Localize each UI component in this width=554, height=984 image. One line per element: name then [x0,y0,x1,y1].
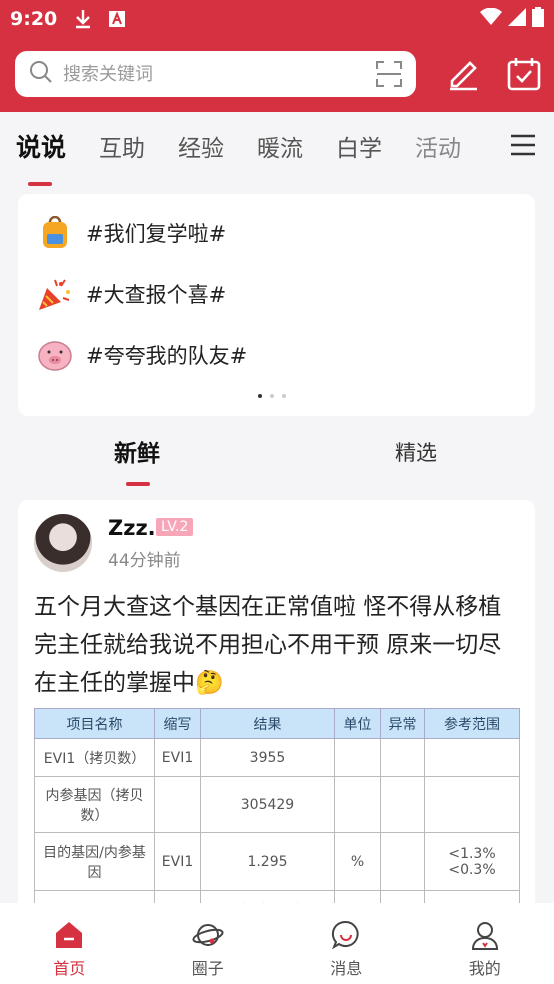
table-cell [154,776,201,833]
scan-icon[interactable] [376,61,402,87]
wifi-icon [480,7,502,31]
signal-icon [508,7,526,31]
post-username[interactable]: Zzz. [108,516,156,540]
nav-label: 消息 [330,959,363,978]
category-tabs: 说说 互助 经验 暖流 白学 活动 [0,112,554,186]
post-time: 44分钟前 [108,551,181,571]
nav-label: 我的 [468,959,501,978]
party-popper-icon [36,275,74,313]
battery-icon [532,6,544,32]
app-header [0,38,554,112]
table-row: 目的基因/内参基因 EVI1 1.295 % <1.3% <0.3% [34,832,520,891]
bottom-nav: 首页 圈子 消息 我的 [0,903,554,984]
table-header: 单位 [334,708,381,739]
download-icon [73,9,93,29]
table-cell: 3955 [200,738,335,777]
search-input[interactable] [63,63,343,85]
topic-carousel: #我们复学啦# #大查报个喜# #夸夸我的队友# [18,194,535,416]
table-cell: <1.3% <0.3% [424,832,520,891]
table-cell: 305429 [200,776,335,833]
tab-nuanliu[interactable]: 暖流 [257,129,303,163]
table-cell: EVI1 [154,738,201,777]
nav-circle[interactable]: 圈子 [139,903,278,984]
table-cell [380,832,425,891]
carousel-dot [258,394,262,398]
topic-label: #夸夸我的队友# [86,344,248,368]
table-row: EVI1（拷贝数） EVI1 3955 [34,738,520,777]
edit-post-button[interactable] [444,55,482,93]
topic-item[interactable]: #夸夸我的队友# [36,336,247,374]
table-cell [424,738,520,777]
table-header: 缩写 [154,708,201,739]
status-time: 9:20 [10,8,58,30]
search-icon [29,60,53,88]
feed-tab-featured[interactable]: 精选 [395,437,437,467]
calendar-checkin-button[interactable] [505,55,543,93]
nav-label: 圈子 [191,959,224,978]
nav-home[interactable]: 首页 [0,903,139,984]
feed-tab-new[interactable]: 新鲜 [114,434,160,486]
post-text: 五个月大查这个基因在正常值啦 怪不得从移植完主任就给我说不用担心不用干预 原来一… [34,594,502,696]
topic-label: #大查报个喜# [86,283,227,307]
table-cell [380,738,425,777]
carousel-dot [270,394,274,398]
user-icon [471,922,498,950]
feed-tabs: 新鲜 精选 [0,418,554,492]
table-cell [334,776,381,833]
carousel-dot [282,394,286,398]
tab-baixue[interactable]: 白学 [336,129,382,163]
status-bar: 9:20 [0,0,554,38]
table-header: 参考范围 [424,708,520,739]
carousel-indicator [258,394,286,398]
search-bar[interactable] [15,51,416,97]
pig-icon [36,336,74,374]
tab-huzhu[interactable]: 互助 [99,129,145,163]
nav-profile[interactable]: 我的 [416,903,554,984]
table-row: 内参基因（拷贝数） 305429 [34,776,520,833]
nav-label: 首页 [53,959,86,978]
topic-item[interactable]: #我们复学啦# [36,214,226,252]
home-icon [56,922,83,948]
planet-icon [192,924,224,946]
lab-report-image[interactable]: 项目名称 缩写 结果 单位 异常 参考范围 EVI1（拷贝数） EVI1 395… [34,708,520,920]
app-notification-icon [107,9,127,29]
table-cell [334,738,381,777]
tab-jingyan[interactable]: 经验 [178,129,224,163]
nav-messages[interactable]: 消息 [277,903,416,984]
avatar[interactable] [34,514,92,572]
topic-item[interactable]: #大查报个喜# [36,275,226,313]
table-header: 异常 [380,708,425,739]
table-cell: % [334,832,381,891]
table-cell: EVI1（拷贝数） [34,738,155,777]
level-badge: LV.2 [156,518,194,536]
message-icon [332,920,359,950]
table-cell [380,776,425,833]
table-cell: 目的基因/内参基因 [34,832,155,891]
tab-huodong[interactable]: 活动 [415,129,461,163]
tab-shuoshuo[interactable]: 说说 [16,128,66,186]
backpack-icon [36,214,74,252]
table-cell [424,776,520,833]
table-header: 项目名称 [34,708,155,739]
table-cell: 1.295 [200,832,335,891]
post-card[interactable]: Zzz. LV.2 44分钟前 五个月大查这个基因在正常值啦 怪不得从移植完主任… [18,500,535,920]
menu-icon[interactable] [510,134,536,156]
topic-label: #我们复学啦# [86,222,227,246]
table-header: 结果 [200,708,335,739]
table-cell: EVI1 [154,832,201,891]
table-cell: 内参基因（拷贝数） [34,776,155,833]
